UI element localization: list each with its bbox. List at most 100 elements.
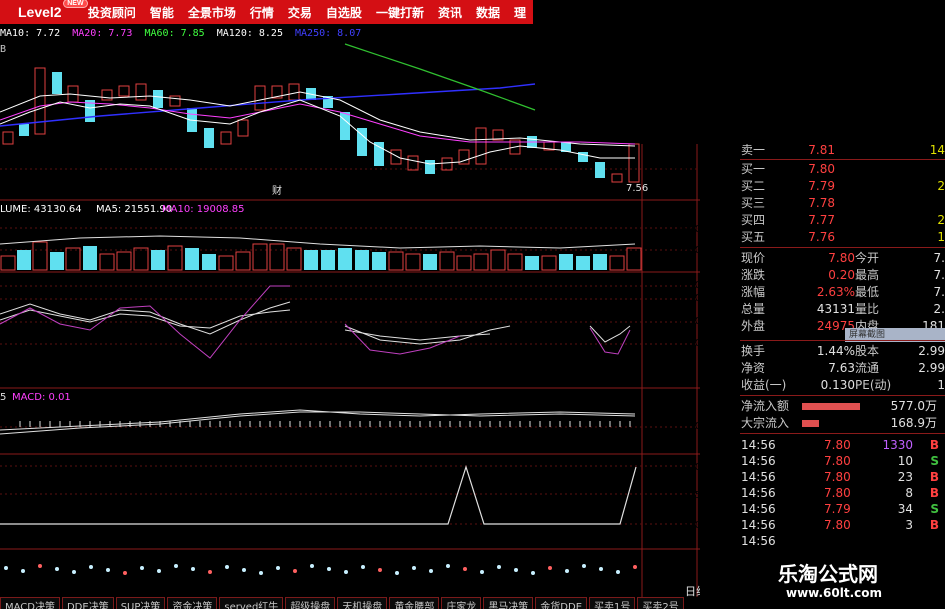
tick-row[interactable]: 14:56 7.80 10 S <box>740 453 945 469</box>
kdj-j-line-2 <box>344 323 461 355</box>
menu-finance[interactable]: 理 <box>507 4 533 21</box>
volume-ma5-label: MA5: 21551.90 <box>96 204 172 215</box>
volume-bar <box>83 246 97 270</box>
stat-value: 7.80 <box>828 251 855 265</box>
candle <box>374 142 384 166</box>
menu-watchlist[interactable]: 自选股 <box>319 4 369 21</box>
candle <box>118 85 130 97</box>
volume-bar <box>541 255 557 271</box>
tab-4[interactable]: served红牛 <box>219 597 284 609</box>
stat-label: 今开 <box>855 251 880 265</box>
candle <box>425 160 435 174</box>
tab-9[interactable]: 黑马决策 <box>483 597 534 609</box>
volume-bar <box>525 256 539 270</box>
signal-dot <box>633 565 637 569</box>
event-marker: 财 <box>272 184 282 197</box>
signal-dot <box>548 566 552 570</box>
signal-dot <box>208 570 212 574</box>
tick-row[interactable]: 14:56 7.80 8 B <box>740 485 945 501</box>
volume-bar <box>17 250 31 270</box>
candle <box>101 89 113 101</box>
flow-value: 168.9万 <box>890 416 937 430</box>
bid-row-4[interactable]: 买四 7.77 2 <box>740 213 945 228</box>
bid-price: 7.78 <box>808 196 835 210</box>
volume-bar <box>151 250 165 270</box>
volume-bar <box>218 255 234 271</box>
ask-volume: 14 <box>929 143 945 157</box>
watermark-url: www.60lt.com <box>786 586 883 600</box>
menu-ipo[interactable]: 一键打新 <box>369 4 431 21</box>
signal-dot <box>21 569 25 573</box>
bid-label: 买三 <box>741 196 766 210</box>
period-label[interactable]: 日线 <box>685 584 700 597</box>
chart-area[interactable]: 财 7.65 7.56 LUME: 43130.64 MA5: 21551.90… <box>0 24 700 597</box>
signal-dot <box>4 566 8 570</box>
signal-line <box>0 465 637 525</box>
kdj-axis-100: 100.00 <box>671 280 700 291</box>
candle <box>340 112 350 140</box>
volume-bar <box>609 255 625 271</box>
tab-1[interactable]: DDE决策 <box>61 597 114 609</box>
tick-row[interactable]: 14:56 7.80 3 B <box>740 517 945 533</box>
tick-row[interactable]: 14:56 7.79 34 S <box>740 501 945 517</box>
bid-row-3[interactable]: 买三 7.78 <box>740 196 945 211</box>
signal-dot <box>514 568 518 572</box>
signal-dot <box>106 568 110 572</box>
tab-0[interactable]: MACD决策 <box>0 597 60 609</box>
tick-direction: B <box>929 438 939 452</box>
menu-investment-advisor[interactable]: 投资顾问 <box>81 4 143 21</box>
bid-row-2[interactable]: 买二 7.79 2 <box>740 179 945 194</box>
stat-value: 7. <box>933 251 945 265</box>
tick-time: 14:56 <box>741 438 776 452</box>
signal-dot <box>616 570 620 574</box>
tab-3[interactable]: 资金决策 <box>167 597 218 609</box>
level2-logo[interactable]: Level2 NEW <box>18 0 88 20</box>
stat-label: 涨跌 <box>741 268 766 282</box>
bid-row-1[interactable]: 买一 7.80 <box>740 162 945 177</box>
ask-row-1[interactable]: 卖一 7.81 14 <box>740 143 945 158</box>
menu-trade[interactable]: 交易 <box>281 4 319 21</box>
tick-row[interactable]: 14:56 7.80 1330 B <box>740 437 945 453</box>
tab-12[interactable]: 买卖2号 <box>637 597 684 609</box>
signal-dot <box>582 564 586 568</box>
volume-bar <box>405 253 421 271</box>
tab-8[interactable]: 庄家龙 <box>441 597 482 609</box>
kdj-axis-20: 20.00 <box>677 338 700 349</box>
tick-row[interactable]: 14:56 <box>740 533 945 549</box>
menu-quotes[interactable]: 行情 <box>243 4 281 21</box>
tab-5[interactable]: 超级操盘 <box>285 597 336 609</box>
flow-bar <box>802 403 860 410</box>
tick-volume: 1330 <box>882 438 913 452</box>
menu-news[interactable]: 资讯 <box>431 4 469 21</box>
tab-2[interactable]: SUP决策 <box>115 597 166 609</box>
menu-panorama[interactable]: 全景市场 <box>181 4 243 21</box>
volume-bar <box>99 253 115 271</box>
signal-dot <box>242 568 246 572</box>
kdj-axis-80: 80.00 <box>677 293 700 304</box>
candle <box>407 155 419 171</box>
stat-value: 1 <box>937 378 945 392</box>
menu-smart[interactable]: 智能 <box>143 4 181 21</box>
candle <box>52 72 62 94</box>
signal-dot <box>395 571 399 575</box>
signal-dot <box>140 566 144 570</box>
volume-axis-40000: 40000 <box>677 224 700 235</box>
tab-11[interactable]: 买卖1号 <box>589 597 636 609</box>
signal-axis-0: 0.00 <box>683 520 700 531</box>
bid-row-5[interactable]: 买五 7.76 1 <box>740 230 945 245</box>
tab-6[interactable]: 天机操盘 <box>337 597 388 609</box>
stat-value: 0.130 <box>820 378 855 392</box>
volume-bar <box>388 251 404 271</box>
signal-dot <box>361 565 365 569</box>
stat-label: 股本 <box>855 344 880 358</box>
tick-row[interactable]: 14:56 7.80 23 B <box>740 469 945 485</box>
candle <box>611 173 623 183</box>
candlestick-series <box>2 67 640 183</box>
menu-data[interactable]: 数据 <box>469 4 507 21</box>
signal-dot <box>327 567 331 571</box>
tick-direction: B <box>929 518 939 532</box>
tab-7[interactable]: 黄金腰部 <box>389 597 440 609</box>
candle <box>19 124 29 136</box>
tab-10[interactable]: 金货DDE <box>535 597 588 609</box>
candle <box>628 143 640 183</box>
